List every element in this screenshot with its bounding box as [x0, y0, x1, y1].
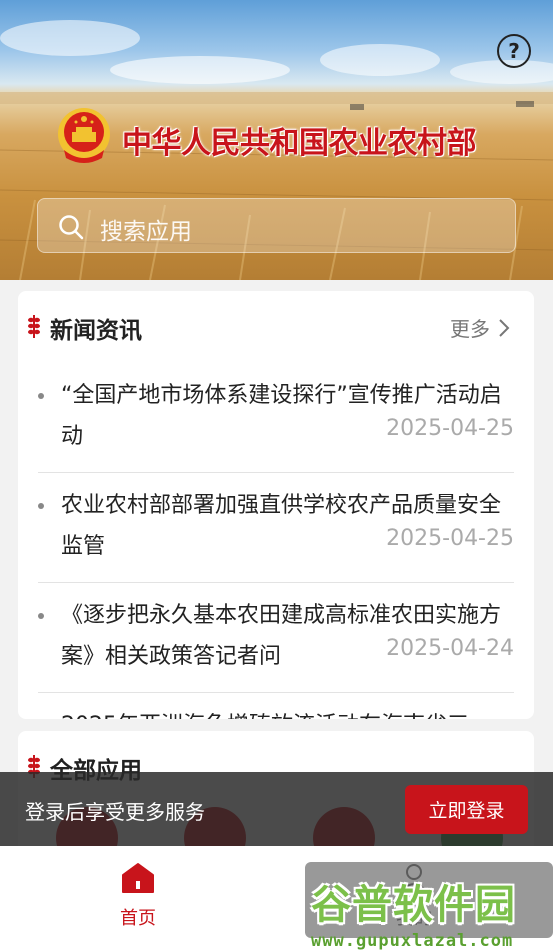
watermark-url: www.gupuxlazal.com [311, 931, 514, 951]
news-title: 2025年亚洲海龟增殖放流活动在海南省三 [61, 705, 511, 719]
bullet-icon [38, 393, 44, 399]
tab-home[interactable]: 首页 [0, 846, 276, 951]
bullet-icon [38, 613, 44, 619]
news-date: 2025-04-25 [380, 526, 514, 551]
chevron-right-icon [499, 318, 510, 337]
login-prompt-text: 登录后享受更多服务 [25, 800, 205, 824]
question-circle-icon: ? [508, 39, 520, 63]
more-label: 更多 [450, 317, 490, 341]
news-section: 新闻资讯 更多 “全国产地市场体系建设探行”宣传推广活动启动 2025-04-2… [18, 291, 534, 719]
news-list: “全国产地市场体系建设探行”宣传推广活动启动 2025-04-25 农业农村部部… [38, 363, 514, 719]
login-button[interactable]: 立即登录 [405, 785, 528, 834]
bullet-icon [38, 503, 44, 509]
news-item[interactable]: 《逐步把永久基本农田建成高标准农田实施方案》相关政策答记者问 2025-04-2… [38, 583, 514, 693]
login-prompt-bar: 登录后享受更多服务 立即登录 [0, 772, 553, 846]
national-emblem-icon [58, 108, 110, 163]
news-section-header: 新闻资讯 更多 [18, 291, 534, 361]
news-item[interactable]: 2025年亚洲海龟增殖放流活动在海南省三 [38, 693, 514, 719]
help-button[interactable]: ? [497, 34, 531, 68]
watermark-overlay: 谷普软件园 www.gupuxlazal.com [305, 862, 553, 951]
home-icon [122, 863, 154, 893]
ministry-title: 中华人民共和国农业农村部 [122, 126, 477, 161]
news-section-title: 新闻资讯 [50, 318, 142, 344]
watermark-text: 谷普软件园 [311, 882, 516, 928]
tab-home-label: 首页 [120, 908, 156, 929]
wheat-icon [28, 315, 40, 338]
news-date: 2025-04-24 [380, 636, 514, 661]
news-item[interactable]: “全国产地市场体系建设探行”宣传推广活动启动 2025-04-25 [38, 363, 514, 473]
news-date: 2025-04-25 [380, 416, 514, 441]
search-input[interactable]: 搜索应用 [37, 198, 516, 253]
news-more-link[interactable]: 更多 [450, 313, 510, 342]
search-placeholder: 搜索应用 [100, 219, 192, 245]
header-banner: ? 中华人民共和国农业农村部 搜索应用 [0, 0, 553, 280]
search-icon [59, 215, 84, 240]
news-item[interactable]: 农业农村部部署加强直供学校农产品质量安全监管 2025-04-25 [38, 473, 514, 583]
